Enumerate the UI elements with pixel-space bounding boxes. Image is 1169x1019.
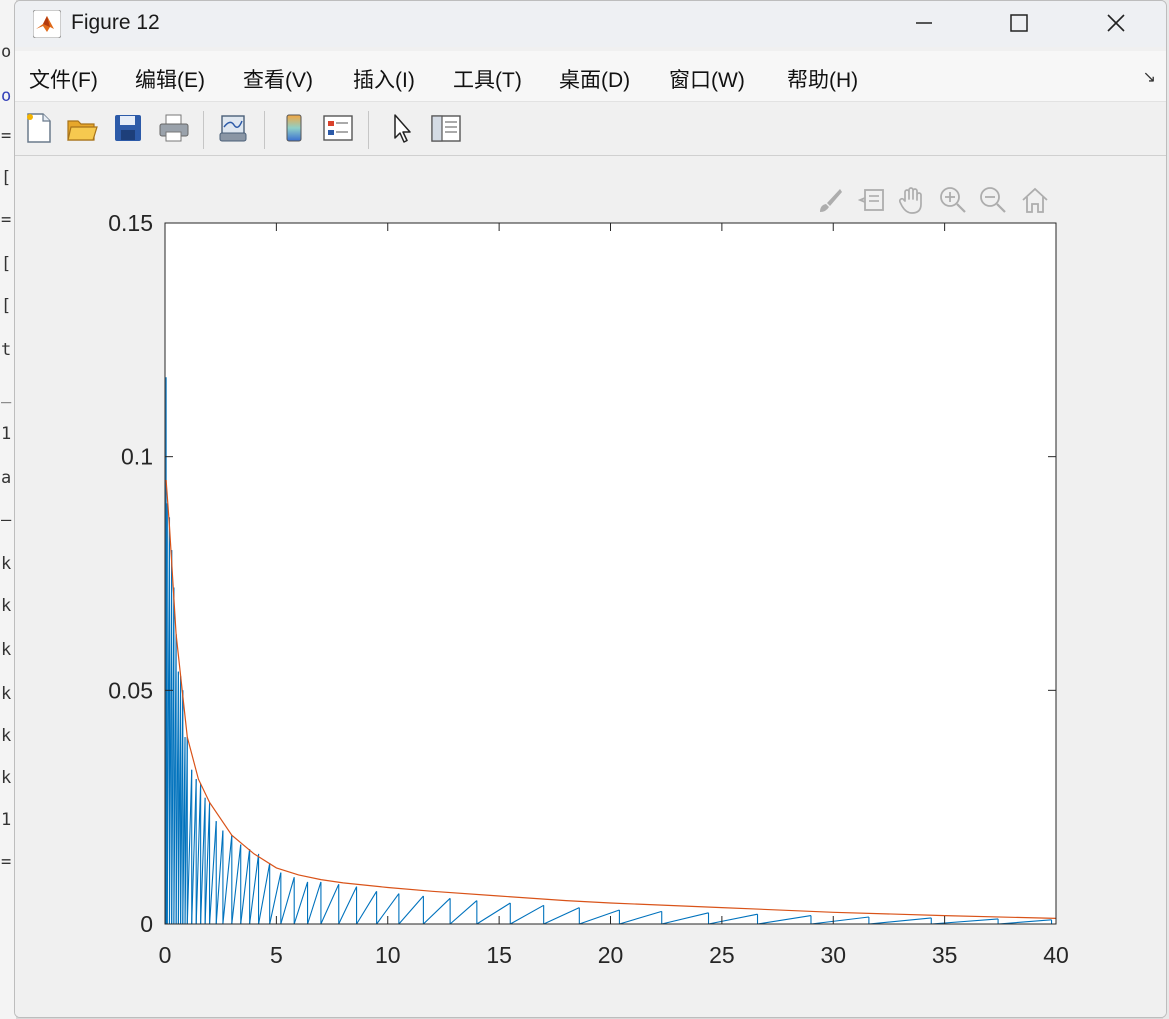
title-bar[interactable]: Figure 12 bbox=[15, 1, 1166, 47]
print-button[interactable] bbox=[157, 111, 191, 145]
background-terminal-char: o bbox=[1, 86, 12, 106]
background-terminal-char: k bbox=[1, 554, 12, 574]
background-terminal-char: — bbox=[1, 510, 12, 530]
axes-background bbox=[165, 223, 1056, 924]
background-terminal-char: [ bbox=[1, 254, 12, 274]
x-tick-label: 25 bbox=[709, 942, 735, 968]
new-figure-icon bbox=[27, 113, 51, 143]
x-tick-label: 0 bbox=[159, 942, 172, 968]
property-inspector-button[interactable] bbox=[429, 111, 463, 145]
figure-window: Figure 12 文件(F) 编辑(E) 查看(V) 插入(I) 工具(T) … bbox=[14, 0, 1167, 1018]
menu-window[interactable]: 窗口(W) bbox=[669, 64, 745, 94]
y-tick-label: 0 bbox=[140, 911, 153, 937]
x-tick-label: 5 bbox=[270, 942, 283, 968]
insert-legend-icon bbox=[323, 115, 353, 141]
x-tick-label: 10 bbox=[375, 942, 401, 968]
background-terminal-char: k bbox=[1, 596, 12, 616]
menu-tools[interactable]: 工具(T) bbox=[453, 64, 522, 94]
y-tick-label: 0.05 bbox=[108, 677, 153, 703]
maximize-icon bbox=[1010, 14, 1028, 32]
menu-desktop[interactable]: 桌面(D) bbox=[559, 64, 630, 94]
menu-insert[interactable]: 插入(I) bbox=[353, 64, 415, 94]
background-terminal-char: [ bbox=[1, 168, 12, 188]
x-tick-label: 30 bbox=[820, 942, 846, 968]
figure-canvas[interactable]: 0 5 10 15 20 25 30 35 40 0 0.05 0.1 0.15 bbox=[15, 156, 1166, 1017]
save-icon bbox=[115, 115, 141, 141]
open-file-icon bbox=[67, 120, 98, 141]
matlab-logo-icon bbox=[33, 10, 61, 38]
maximize-button[interactable] bbox=[988, 1, 1050, 45]
background-terminal-char: a bbox=[1, 468, 12, 488]
close-icon bbox=[1107, 14, 1125, 32]
minimize-icon bbox=[916, 22, 932, 24]
background-terminal-char: o bbox=[1, 42, 12, 62]
menu-edit[interactable]: 编辑(E) bbox=[135, 64, 205, 94]
edit-plot-arrow-icon bbox=[394, 114, 411, 143]
open-file-button[interactable] bbox=[65, 111, 99, 145]
toolbar-separator bbox=[203, 111, 204, 149]
y-tick-label: 0.1 bbox=[121, 444, 153, 470]
menu-bar: 文件(F) 编辑(E) 查看(V) 插入(I) 工具(T) 桌面(D) 窗口(W… bbox=[15, 51, 1166, 102]
toolbar-separator bbox=[264, 111, 265, 149]
plot-svg: 0 5 10 15 20 25 30 35 40 0 0.05 0.1 0.15 bbox=[108, 210, 1069, 968]
insert-legend-button[interactable] bbox=[321, 111, 355, 145]
background-terminal-char: _ bbox=[1, 384, 12, 404]
x-tick-label: 40 bbox=[1043, 942, 1069, 968]
insert-colorbar-button[interactable] bbox=[277, 111, 311, 145]
close-button[interactable] bbox=[1085, 1, 1147, 45]
property-inspector-icon bbox=[431, 115, 461, 142]
link-plot-icon bbox=[219, 115, 247, 142]
background-terminal-char: = bbox=[1, 126, 12, 146]
menu-help[interactable]: 帮助(H) bbox=[787, 64, 858, 94]
print-icon bbox=[159, 114, 189, 142]
minimize-button[interactable] bbox=[893, 1, 955, 45]
link-plot-button[interactable] bbox=[217, 111, 251, 145]
background-terminal-char: [ bbox=[1, 296, 12, 316]
background-terminal-char: k bbox=[1, 726, 12, 746]
menu-overflow-icon[interactable]: ↘ bbox=[1143, 67, 1156, 87]
figure-toolbar bbox=[15, 103, 1166, 156]
insert-colorbar-icon bbox=[286, 114, 302, 142]
save-button[interactable] bbox=[111, 111, 145, 145]
y-tick-label: 0.15 bbox=[108, 210, 153, 236]
menu-view[interactable]: 查看(V) bbox=[243, 64, 313, 94]
background-terminal-char: = bbox=[1, 210, 12, 230]
menu-file[interactable]: 文件(F) bbox=[29, 64, 98, 94]
toolbar-separator bbox=[368, 111, 369, 149]
background-terminal-char: k bbox=[1, 684, 12, 704]
x-tick-label: 35 bbox=[932, 942, 958, 968]
x-tick-label: 20 bbox=[598, 942, 624, 968]
window-title: Figure 12 bbox=[71, 11, 160, 34]
background-terminal-char: k bbox=[1, 768, 12, 788]
background-terminal-char: 1 bbox=[1, 810, 12, 830]
background-terminal-char: 1 bbox=[1, 424, 12, 444]
background-terminal-char: = bbox=[1, 852, 12, 872]
x-tick-label: 15 bbox=[486, 942, 512, 968]
edit-plot-button[interactable] bbox=[385, 111, 419, 145]
background-terminal-char: t bbox=[1, 340, 12, 360]
background-terminal-char: k bbox=[1, 640, 12, 660]
new-figure-button[interactable] bbox=[21, 111, 55, 145]
